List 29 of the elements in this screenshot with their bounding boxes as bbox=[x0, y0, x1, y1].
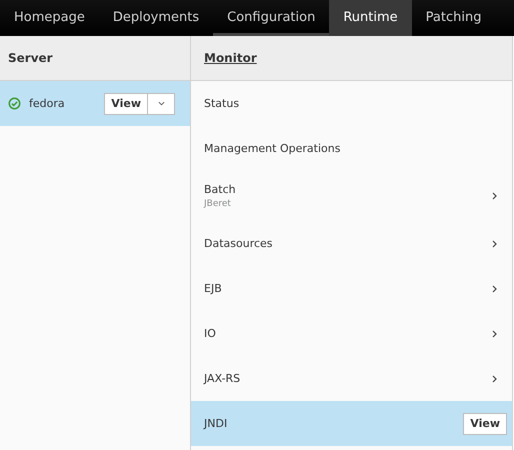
monitor-item[interactable]: Batch JBeret bbox=[191, 171, 512, 221]
server-name: fedora bbox=[29, 97, 66, 110]
monitor-item[interactable]: Management Operations bbox=[191, 126, 512, 171]
item-label: JNDI bbox=[204, 417, 228, 430]
item-label: Status bbox=[204, 97, 240, 110]
view-button[interactable]: View bbox=[463, 412, 507, 434]
column-title: Monitor bbox=[204, 51, 257, 65]
item-label: Management Operations bbox=[204, 142, 342, 155]
nav-tab[interactable]: Runtime bbox=[329, 0, 412, 36]
item-label: Batch bbox=[204, 183, 237, 196]
monitor-item[interactable]: JNDI View bbox=[191, 401, 512, 446]
nav-tab[interactable]: Homepage bbox=[0, 0, 99, 36]
item-subtitle: JBeret bbox=[204, 199, 232, 209]
item-label: IO bbox=[204, 327, 217, 340]
dropdown-button[interactable] bbox=[148, 92, 175, 114]
item-label: Datasources bbox=[204, 237, 274, 250]
nav-tab[interactable]: Deployments bbox=[98, 0, 214, 36]
view-button[interactable]: View bbox=[104, 92, 148, 114]
monitor-item[interactable]: Status bbox=[191, 81, 512, 126]
monitor-item[interactable]: Datasources bbox=[191, 221, 512, 266]
monitor-item[interactable]: IO bbox=[191, 311, 512, 356]
caret-icon bbox=[158, 101, 164, 106]
server-item[interactable]: fedora View bbox=[0, 81, 190, 126]
nav-tab[interactable]: Patching bbox=[412, 0, 496, 36]
item-label: JAX-RS bbox=[204, 372, 242, 385]
monitor-item[interactable]: JAX-RS bbox=[191, 356, 512, 401]
monitor-item[interactable]: EJB bbox=[191, 266, 512, 311]
item-label: EJB bbox=[204, 282, 223, 295]
column-title: Server bbox=[8, 51, 53, 65]
